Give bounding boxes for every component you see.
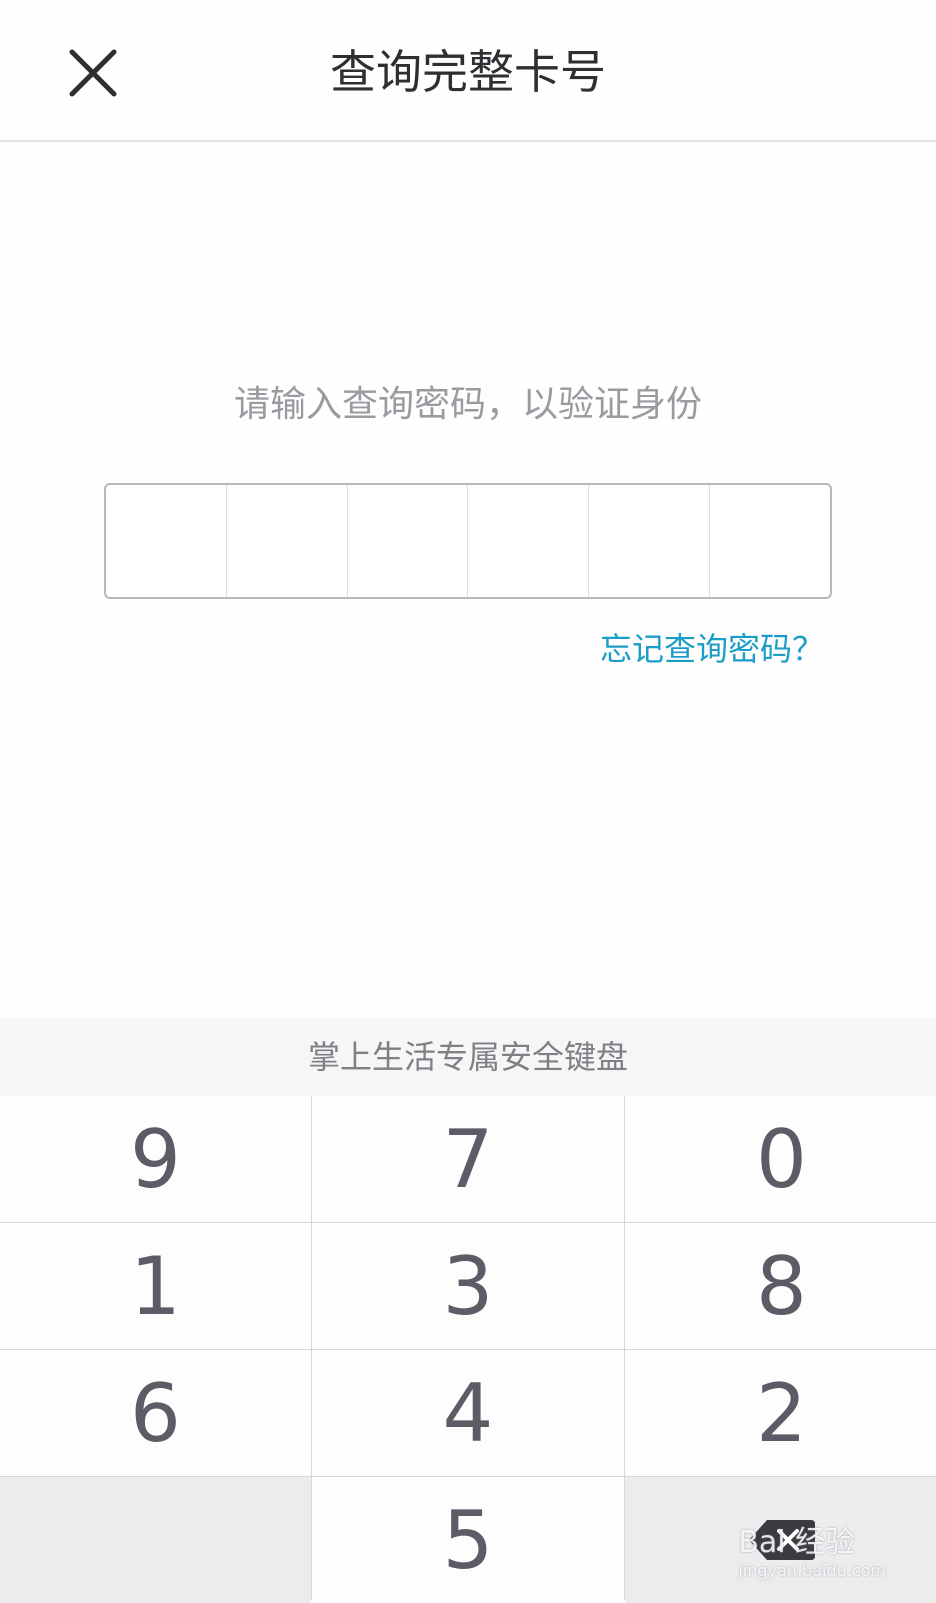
- key-0[interactable]: 0: [625, 1096, 936, 1222]
- pin-digit-cell[interactable]: [589, 485, 711, 597]
- key-1[interactable]: 1: [0, 1223, 311, 1349]
- key-4[interactable]: 4: [312, 1350, 624, 1476]
- key-5[interactable]: 5: [312, 1477, 624, 1603]
- verify-prompt: 请输入查询密码，以验证身份: [233, 384, 702, 425]
- watermark-brand: Bai 经验: [738, 1525, 856, 1560]
- watermark: Bai 经验 jingyan.baidu.com: [738, 1517, 886, 1580]
- keyboard-banner: 掌上生活专属安全键盘: [0, 1018, 936, 1096]
- pin-input[interactable]: [104, 483, 832, 599]
- pin-digit-cell[interactable]: [468, 485, 590, 597]
- pin-digit-cell[interactable]: [106, 485, 227, 597]
- page-title: 查询完整卡号: [330, 45, 606, 99]
- key-3[interactable]: 3: [312, 1223, 624, 1349]
- pin-digit-cell[interactable]: [227, 485, 348, 597]
- top-bar: 查询完整卡号: [0, 0, 936, 142]
- forgot-password-link[interactable]: 忘记查询密码？: [600, 626, 824, 672]
- key-9[interactable]: 9: [0, 1096, 311, 1222]
- watermark-url: jingyan.baidu.com: [738, 1561, 886, 1580]
- key-empty: [0, 1477, 311, 1603]
- key-8[interactable]: 8: [625, 1223, 936, 1349]
- pin-digit-cell[interactable]: [710, 485, 830, 597]
- key-7[interactable]: 7: [312, 1096, 624, 1222]
- pin-digit-cell[interactable]: [348, 485, 469, 597]
- key-6[interactable]: 6: [0, 1350, 311, 1476]
- key-2[interactable]: 2: [625, 1350, 936, 1476]
